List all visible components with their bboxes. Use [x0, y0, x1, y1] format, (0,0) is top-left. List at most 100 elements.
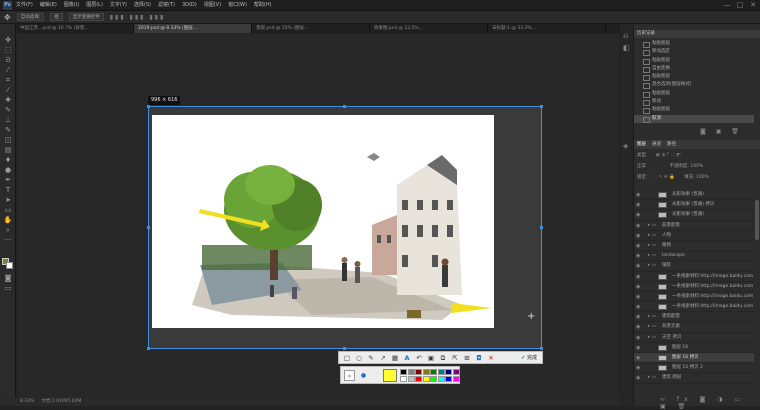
layer-group[interactable]: ◉ ▸ ▭ landscape	[634, 251, 754, 262]
menu-item[interactable]: 窗口(W)	[228, 0, 247, 11]
layers-panel-tab[interactable]: 通道	[652, 140, 661, 149]
color-swatch[interactable]	[422, 369, 430, 375]
layers-scrollbar[interactable]	[755, 200, 759, 240]
color-swatch[interactable]	[422, 375, 430, 382]
color-swatch[interactable]	[430, 369, 437, 375]
color-swatch[interactable]	[407, 369, 415, 375]
minimize-icon[interactable]: —	[722, 1, 732, 9]
visibility-eye-icon[interactable]: ◉	[636, 200, 640, 209]
stamp-icon[interactable]: ⊥	[3, 116, 13, 124]
document-tab[interactable]: 景观.psd @ 25% (图层…	[252, 24, 370, 33]
history-panel-icon[interactable]: ⎌	[623, 32, 629, 41]
visibility-eye-icon[interactable]: ◉	[636, 210, 640, 219]
layer-group[interactable]: ◉ ▸ ▭ 前景配景	[634, 221, 754, 231]
type-icon[interactable]: T	[3, 186, 13, 194]
zoom-level[interactable]: 8.33%	[20, 399, 34, 404]
menu-item[interactable]: 图像(I)	[64, 0, 79, 11]
history-state[interactable]: 粘贴图层	[634, 73, 754, 82]
more-tools-icon[interactable]: ···	[3, 236, 13, 244]
layer-group[interactable]: ◉ ▸ ▭ 天空 拷贝	[634, 333, 754, 343]
color-swatch[interactable]	[437, 369, 445, 375]
visibility-eye-icon[interactable]: ◉	[636, 353, 640, 362]
layer-group[interactable]: ◉ ▸ ▭ 铺装	[634, 261, 754, 272]
menu-item[interactable]: 视图(V)	[204, 0, 221, 11]
visibility-eye-icon[interactable]: ◉	[636, 261, 640, 270]
layer-group[interactable]: ◉ ▸ ▭ 背景元素	[634, 322, 754, 333]
fill-field[interactable]: 填充: 100%	[684, 175, 709, 180]
mosaic-icon[interactable]: ▦	[390, 353, 400, 363]
resize-handle[interactable]	[147, 347, 150, 350]
size-small-button[interactable]: ●	[344, 370, 355, 381]
layer-row[interactable]: ◉ 图层 16 拷贝	[634, 353, 754, 364]
pen-icon[interactable]: ✒	[3, 176, 13, 184]
document-tab[interactable]: 中国江苏…psd @ 16.7% (背景…	[16, 24, 134, 33]
visibility-eye-icon[interactable]: ◉	[636, 282, 640, 291]
folder-icon[interactable]: ▸ ▭	[648, 333, 656, 342]
visibility-eye-icon[interactable]: ◉	[636, 231, 640, 240]
menu-item[interactable]: 图层(L)	[86, 0, 103, 11]
pen-icon[interactable]: ✎	[366, 353, 376, 363]
layer-row[interactable]: ◉ 一条线索材料 http://image.baidu.com	[634, 282, 754, 292]
history-state[interactable]: 移动	[634, 98, 754, 107]
visibility-eye-icon[interactable]: ◉	[636, 190, 640, 199]
resize-handle[interactable]	[540, 226, 543, 229]
arrow-icon[interactable]: ↗	[378, 353, 388, 363]
eyedropper-icon[interactable]: ⁄	[3, 86, 13, 94]
layer-row[interactable]: ◉ 一条线索材料 http://image.baidu.com	[634, 272, 754, 282]
resize-handle[interactable]	[540, 105, 543, 108]
color-swatch[interactable]	[445, 375, 452, 382]
close-icon[interactable]: ✕	[748, 1, 758, 9]
auto-select-checkbox[interactable]: 自动选择:	[16, 13, 45, 21]
background-color-swatch[interactable]	[6, 262, 13, 269]
visibility-eye-icon[interactable]: ◉	[636, 333, 640, 342]
cancel-icon[interactable]: ✕	[486, 353, 496, 363]
visibility-eye-icon[interactable]: ◉	[636, 373, 640, 382]
history-actions[interactable]: ◙ ▣ 🗑	[700, 128, 743, 135]
history-state[interactable]: 粘贴图层	[634, 90, 754, 99]
opacity-field[interactable]: 不透明度: 100%	[669, 164, 703, 169]
blend-mode-select[interactable]: 正常	[637, 164, 646, 169]
resize-handle[interactable]	[147, 105, 150, 108]
color-swatch[interactable]	[430, 375, 437, 382]
save-icon[interactable]: ▣	[426, 353, 436, 363]
share-icon[interactable]: ⇱	[450, 353, 460, 363]
bookmark-icon[interactable]: ◘	[474, 353, 484, 363]
filter-icons[interactable]: ▣ ◑ T ⬚ ◩	[655, 153, 680, 158]
ellipse-icon[interactable]: ○	[354, 353, 364, 363]
history-brush-icon[interactable]: ✎	[3, 126, 13, 134]
pin-icon[interactable]: ⊞	[462, 353, 472, 363]
color-swatch[interactable]	[400, 369, 407, 375]
move-tool-icon[interactable]: ✥	[4, 13, 11, 22]
visibility-eye-icon[interactable]: ◉	[636, 312, 640, 321]
lasso-icon[interactable]: ᘐ	[3, 56, 13, 64]
lock-icons[interactable]: ⬚ ✎ ✥ 🔒	[653, 175, 675, 180]
shape-icon[interactable]: ▭	[3, 206, 13, 214]
size-medium-button[interactable]: ●	[358, 370, 369, 381]
menu-item[interactable]: 文件(F)	[16, 0, 33, 11]
layer-row[interactable]: ◉ 光影效果 (普通)	[634, 190, 754, 201]
maximize-icon[interactable]: □	[735, 1, 745, 9]
menu-item[interactable]: 滤镜(T)	[158, 0, 175, 11]
screen-mode-icon[interactable]: ▭	[3, 284, 13, 292]
history-state[interactable]: 移动选区	[634, 48, 754, 57]
folder-icon[interactable]: ▸ ▭	[648, 251, 656, 260]
show-transform-checkbox[interactable]: 显示变换控件	[68, 13, 104, 21]
visibility-eye-icon[interactable]: ◉	[636, 322, 640, 331]
blur-icon[interactable]: ♦	[3, 156, 13, 164]
crop-icon[interactable]: ⌗	[3, 76, 13, 84]
align-icons[interactable]: ▮▮▮ ▮▮▮ ▮▮▮	[110, 14, 166, 21]
color-swatch[interactable]	[437, 375, 445, 382]
history-state[interactable]: 自由变换	[634, 65, 754, 74]
auto-select-dropdown[interactable]: 组	[50, 13, 63, 21]
folder-icon[interactable]: ▸ ▭	[648, 221, 656, 230]
visibility-eye-icon[interactable]: ◉	[636, 343, 640, 352]
visibility-eye-icon[interactable]: ◉	[636, 221, 640, 230]
menu-item[interactable]: 文字(Y)	[110, 0, 127, 11]
layer-row[interactable]: ◉ 一条线索材料 http://image.baidu.com	[634, 302, 754, 313]
menu-item[interactable]: 编辑(E)	[40, 0, 57, 11]
resize-handle[interactable]	[540, 347, 543, 350]
menu-item[interactable]: 帮助(H)	[254, 0, 272, 11]
done-button[interactable]: ✔ 完成	[518, 353, 540, 363]
layer-row[interactable]: ◉ 光影效果 (普通)	[634, 210, 754, 221]
color-swatch[interactable]	[452, 369, 460, 375]
